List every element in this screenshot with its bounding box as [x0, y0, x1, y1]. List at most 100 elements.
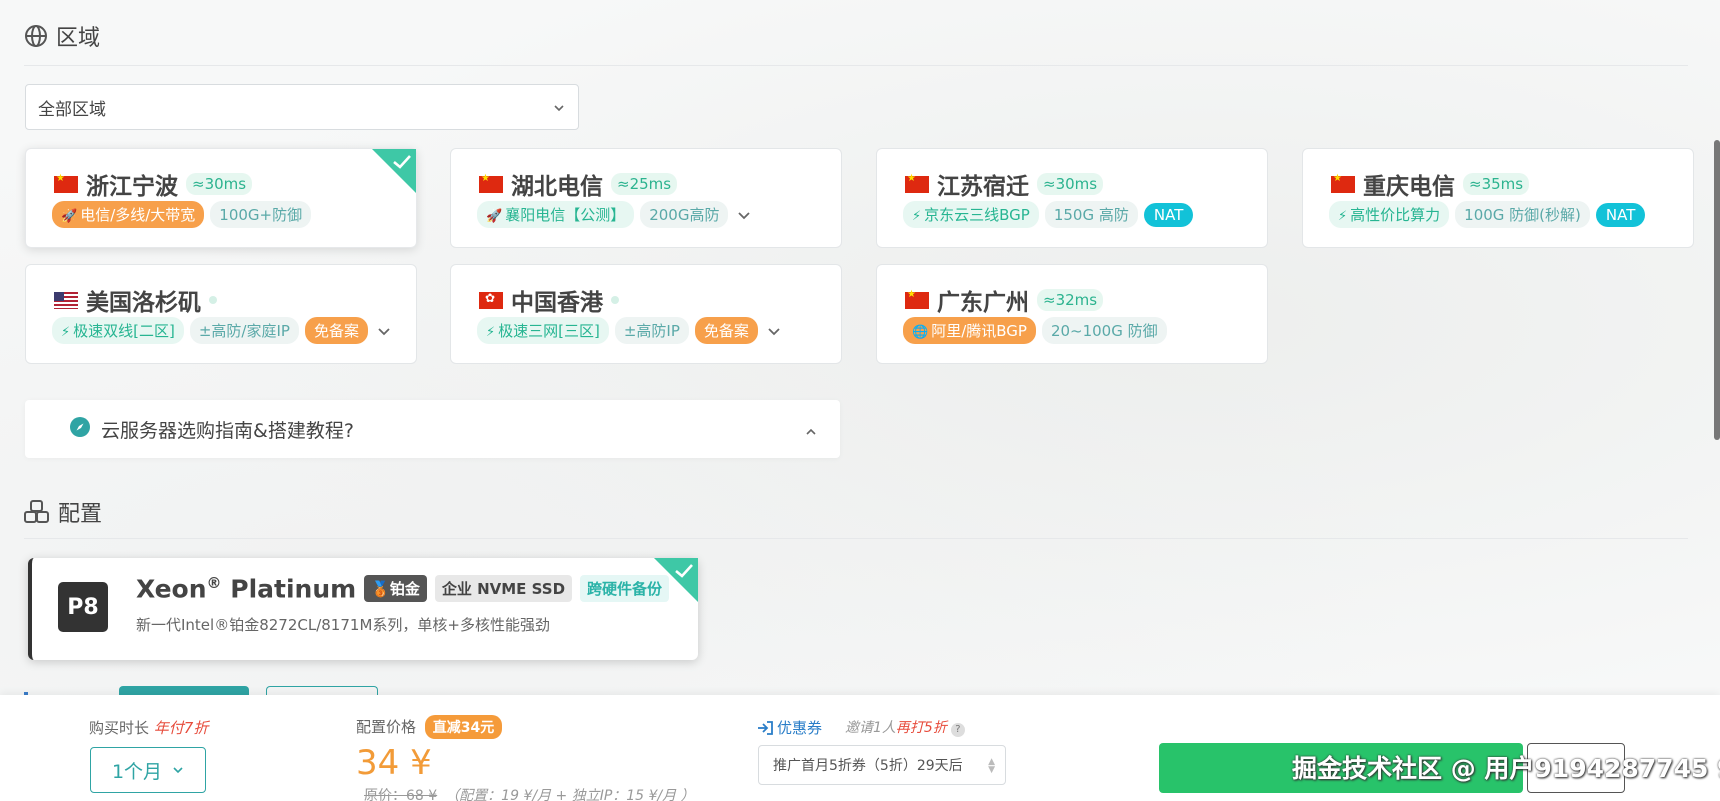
flag-icon: [54, 291, 78, 309]
chevron-down-icon: [552, 100, 566, 120]
chevron-down-icon[interactable]: [766, 323, 782, 339]
bolt-icon: ⚡: [912, 209, 922, 224]
region-tags: ⚡ 极速双线[二区] ±高防/家庭IP 免备案: [52, 317, 392, 344]
check-icon: [392, 154, 412, 174]
region-card[interactable]: 中国香港⚡极速三网[三区]±高防IP免备案: [450, 264, 842, 364]
region-card[interactable]: 广东广州≈32ms🌐阿里/腾讯BGP20~100G 防御: [876, 264, 1268, 364]
help-icon: ?: [950, 723, 965, 737]
edge-decoration: [1714, 140, 1720, 440]
chevron-down-icon: [173, 767, 183, 774]
region-card[interactable]: 江苏宿迁 ≈30ms ⚡京东云三线BGP150G 高防NAT: [876, 148, 1268, 248]
price-value: 34 ¥: [356, 743, 432, 783]
region-tag: ⚡ 极速双线[二区]: [52, 317, 184, 344]
p8-logo: P8: [58, 582, 108, 632]
region-card-title: 中国香港: [479, 283, 619, 317]
globe-icon: [24, 24, 48, 48]
region-name: 江苏宿迁: [937, 174, 1029, 200]
chevron-down-icon[interactable]: [736, 207, 752, 223]
latency-badge: ≈25ms: [611, 173, 678, 195]
region-card-title: 美国洛杉矶: [54, 283, 217, 317]
region-tag: 100G 防御(秒解): [1455, 201, 1590, 228]
region-tags: ⚡ 高性价比算力 100G 防御(秒解) NAT: [1329, 201, 1646, 228]
config-name: Xeon® Platinum: [136, 574, 357, 604]
region-tag: 🚀 电信/多线/大带宽: [52, 201, 205, 228]
region-tag: ⚡ 极速三网[三区]: [477, 317, 609, 344]
region-heading: 区域: [24, 20, 100, 52]
flag-icon: [479, 173, 503, 193]
region-card-title: 浙江宁波 ≈30ms: [54, 167, 253, 201]
region-tag: NAT: [1143, 202, 1194, 227]
region-tag: 免备案: [304, 317, 368, 344]
config-description: 新一代Intel®铂金8272CL/8171M系列，单核+多核性能强劲: [136, 616, 550, 634]
region-tag: 免备案: [694, 317, 758, 344]
region-name: 浙江宁波: [86, 174, 178, 200]
rocket-icon: 🚀: [486, 209, 503, 224]
coupon-label: 优惠券: [757, 717, 822, 738]
guide-accordion[interactable]: 云服务器选购指南&搭建教程?: [25, 400, 840, 458]
region-tag: ±高防IP: [614, 317, 689, 344]
status-dot: [209, 296, 217, 304]
config-heading-label: 配置: [58, 502, 103, 527]
region-tag: 150G 高防: [1044, 201, 1138, 228]
region-heading-label: 区域: [56, 26, 101, 51]
flag-icon: [905, 173, 929, 193]
chevron-down-icon[interactable]: [376, 323, 392, 339]
watermark: 掘金技术社区 @ 用户9194287745 95: [1292, 754, 1720, 783]
region-card-title: 重庆电信 ≈35ms: [1331, 167, 1530, 201]
flag-icon: [479, 291, 503, 309]
divider: [24, 538, 1688, 539]
check-icon: [674, 563, 694, 583]
duration-select[interactable]: 1个月: [90, 747, 206, 793]
price-label: 配置价格 直减34元: [356, 715, 503, 739]
config-card-platinum[interactable]: P8 Xeon® Platinum 🥉铂金 企业 NVME SSD 跨硬件备份 …: [28, 558, 698, 660]
flag-icon: [905, 289, 929, 309]
region-card[interactable]: 美国洛杉矶 ⚡ 极速双线[二区] ±高防/家庭IP 免备案: [25, 264, 417, 364]
invite-promo: 邀请1人再打5折?: [845, 717, 965, 737]
region-name: 湖北电信: [511, 174, 603, 200]
region-name: 中国香港: [511, 290, 603, 316]
region-tag: 20~100G 防御: [1041, 317, 1167, 344]
latency-badge: ≈30ms: [1037, 173, 1104, 195]
region-card-title: 江苏宿迁 ≈30ms: [905, 167, 1104, 201]
order-footer: 购买时长 年付7折 1个月 配置价格 直减34元 34 ¥ 原价：68 ¥ （配置…: [0, 695, 1720, 801]
compass-icon: [69, 416, 91, 443]
region-card[interactable]: 重庆电信 ≈35ms ⚡高性价比算力100G 防御(秒解)NAT: [1302, 148, 1694, 248]
rocket-icon: 🚀: [61, 209, 78, 224]
region-tag: ±高防/家庭IP: [189, 317, 299, 344]
bolt-icon: ⚡: [61, 325, 71, 340]
region-tags: ⚡ 极速三网[三区] ±高防IP 免备案: [477, 317, 782, 344]
flag-icon: [1331, 173, 1355, 193]
ssd-badge: 企业 NVME SSD: [434, 575, 573, 603]
flag-icon: [54, 173, 78, 193]
spinner-icon: ▲ ▼: [988, 757, 995, 775]
region-card-title: 湖北电信 ≈25ms: [479, 167, 678, 201]
platinum-badge: 🥉铂金: [364, 575, 427, 603]
region-name: 广东广州: [937, 290, 1029, 316]
region-select-value: 全部区域: [38, 99, 106, 120]
region-card[interactable]: 浙江宁波 ≈30ms 🚀电信/多线/大带宽100G+防御: [25, 148, 417, 248]
bolt-icon: ⚡: [486, 325, 496, 340]
duration-label: 购买时长 年付7折: [89, 719, 209, 737]
divider: [24, 65, 1688, 66]
latency-badge: ≈30ms: [186, 173, 253, 195]
region-tag: NAT: [1595, 202, 1646, 227]
region-tag: 100G+防御: [210, 201, 312, 228]
region-name: 美国洛杉矶: [86, 290, 201, 316]
region-tags: ⚡ 京东云三线BGP 150G 高防 NAT: [903, 201, 1194, 228]
region-card[interactable]: 湖北电信 ≈25ms 🚀襄阳电信【公测】200G高防: [450, 148, 842, 248]
region-select[interactable]: 全部区域: [25, 84, 579, 130]
region-tag: 200G高防: [640, 201, 729, 228]
status-dot: [611, 296, 619, 304]
coupon-select[interactable]: 推广首月5折券（5折）29天后 ▲ ▼: [758, 745, 1006, 785]
region-tags: 🚀 电信/多线/大带宽 100G+防御: [52, 201, 312, 228]
cubes-icon: [24, 500, 50, 524]
discount-badge: 直减34元: [424, 715, 503, 739]
region-tags: 🌐 阿里/腾讯BGP 20~100G 防御: [903, 317, 1167, 344]
guide-label: 云服务器选购指南&搭建教程?: [101, 419, 354, 442]
original-price: 原价：68 ¥ （配置：19 ¥/月 + 独立IP：15 ¥/月 ）: [364, 788, 695, 801]
region-tag: 🌐 阿里/腾讯BGP: [903, 317, 1036, 344]
region-name: 重庆电信: [1363, 174, 1455, 200]
chevron-up-icon: [804, 422, 818, 444]
region-card-title: 广东广州 ≈32ms: [905, 283, 1104, 317]
config-heading: 配置: [24, 496, 102, 528]
